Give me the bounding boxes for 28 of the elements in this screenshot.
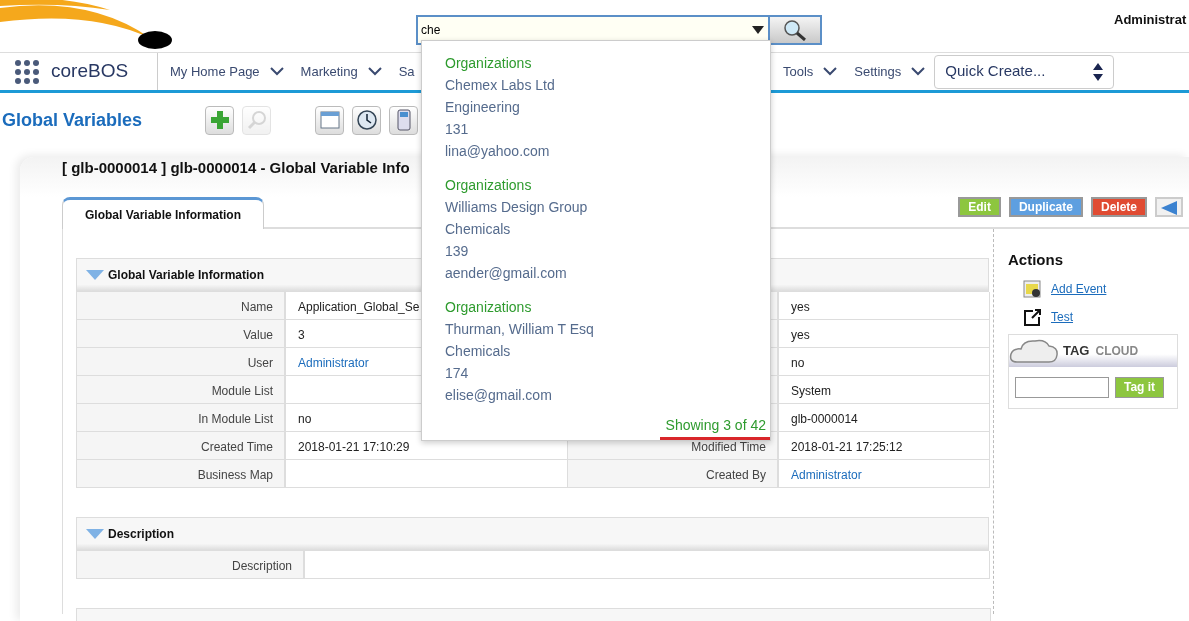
page-title: Global Variables: [1, 108, 144, 132]
field-label: In Module List: [77, 404, 286, 432]
field-value: System: [779, 376, 990, 404]
field-label: Created By: [568, 460, 779, 488]
field-value: yes: [779, 292, 990, 320]
tag-cloud-subtitle: CLOUD: [1095, 342, 1139, 360]
result-module: Organizations: [445, 54, 533, 73]
field-label: Business Map: [77, 460, 286, 488]
field-value: glb-0000014: [779, 404, 990, 432]
tag-cloud-title: TAG: [1063, 341, 1090, 360]
result-module: Organizations: [445, 176, 533, 195]
block-title: Global Variable Information: [108, 267, 265, 284]
field-label: Description: [77, 551, 305, 579]
record-title: [ glb-0000014 ] glb-0000014 - Global Variable Info: [62, 158, 410, 178]
field-value: yes: [779, 320, 990, 348]
field-value: no: [286, 404, 568, 432]
field-label: Name: [77, 292, 286, 320]
field-label: Module List: [77, 376, 286, 404]
field-value: 2018-01-21 17:25:12: [779, 432, 990, 460]
block-title: Description: [108, 526, 174, 543]
results-count: Showing 3 of 42: [665, 416, 766, 435]
field-label: Created Time: [77, 432, 286, 460]
field-label: User: [77, 348, 286, 376]
result-module: Organizations: [445, 298, 533, 317]
field-value: no: [779, 348, 990, 376]
actions-title: Actions: [1008, 250, 1064, 270]
field-label: Value: [77, 320, 286, 348]
field-value: 2018-01-21 17:10:29: [286, 432, 568, 460]
